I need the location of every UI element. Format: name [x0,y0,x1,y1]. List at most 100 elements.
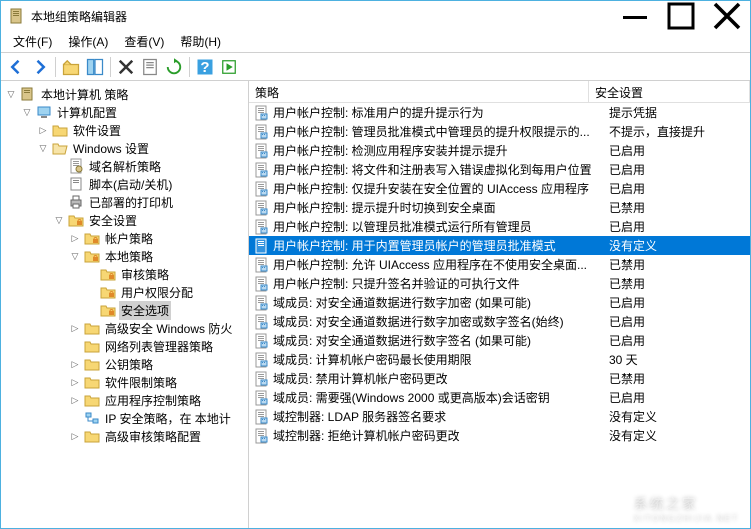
tree-software-settings[interactable]: ▷软件设置 [1,121,248,139]
minimize-button[interactable] [612,1,658,31]
policy-icon [253,428,269,444]
expand-icon[interactable]: ▽ [5,88,17,100]
tree-account-policies[interactable]: ▷ 帐户策略 [1,229,248,247]
menu-action[interactable]: 操作(A) [60,31,116,52]
policy-row[interactable]: 域成员: 对安全通道数据进行数字加密 (如果可能)已启用 [249,293,750,312]
policy-setting: 已启用 [605,180,750,197]
policy-row[interactable]: 域成员: 对安全通道数据进行数字加密或数字签名(始终)已启用 [249,312,750,331]
policy-icon [253,181,269,197]
properties-button[interactable] [139,56,161,78]
tree-audit-policy[interactable]: 审核策略 [1,265,248,283]
policy-row[interactable]: 用户帐户控制: 以管理员批准模式运行所有管理员已启用 [249,217,750,236]
node-icon [100,302,116,318]
tree-ipsec[interactable]: IP 安全策略，在 本地计 [1,409,248,427]
tree-srp[interactable]: ▷ 软件限制策略 [1,373,248,391]
node-label: 本地计算机 策略 [39,85,130,104]
expand-icon[interactable]: ▽ [37,142,49,154]
expand-icon[interactable]: ▷ [37,124,49,136]
tree-firewall[interactable]: ▷ 高级安全 Windows 防火 [1,319,248,337]
action-button[interactable] [218,56,240,78]
forward-button[interactable] [29,56,51,78]
policy-row[interactable]: 用户帐户控制: 管理员批准模式中管理员的提升权限提示的...不提示，直接提升 [249,122,750,141]
expand-icon[interactable]: ▷ [69,376,81,388]
policy-setting: 已禁用 [605,256,750,273]
policy-icon [253,371,269,387]
expand-icon[interactable]: ▷ [69,322,81,334]
tree-pane[interactable]: ▽ 本地计算机 策略▽计算机配置▷软件设置 ▽ Windows 设置域名解析策略脚本(… [1,81,249,528]
policy-name: 用户帐户控制: 标准用户的提升提示行为 [273,104,605,121]
menu-view[interactable]: 查看(V) [116,31,172,52]
node-label: 高级安全 Windows 防火 [103,319,234,338]
policy-list[interactable]: 用户帐户控制: 标准用户的提升提示行为提示凭据用户帐户控制: 管理员批准模式中管… [249,103,750,528]
column-setting[interactable]: 安全设置 [589,81,750,102]
tree-dns-policy[interactable]: 域名解析策略 [1,157,248,175]
column-policy[interactable]: 策略 [249,81,589,102]
policy-icon [253,333,269,349]
policy-row[interactable]: 域成员: 需要强(Windows 2000 或更高版本)会话密钥已启用 [249,388,750,407]
policy-row[interactable]: 域控制器: LDAP 服务器签名要求没有定义 [249,407,750,426]
policy-row[interactable]: 用户帐户控制: 用于内置管理员帐户的管理员批准模式没有定义 [249,236,750,255]
toolbar-separator [110,57,111,77]
tree-adv-audit[interactable]: ▷高级审核策略配置 [1,427,248,445]
policy-icon [253,124,269,140]
expand-icon [85,286,97,298]
policy-row[interactable]: 域控制器: 拒绝计算机帐户密码更改没有定义 [249,426,750,445]
expand-icon[interactable]: ▽ [53,214,65,226]
policy-row[interactable]: 用户帐户控制: 将文件和注册表写入错误虚拟化到每用户位置已启用 [249,160,750,179]
policy-row[interactable]: 用户帐户控制: 提示提升时切换到安全桌面已禁用 [249,198,750,217]
tree-nlm[interactable]: 网络列表管理器策略 [1,337,248,355]
refresh-button[interactable] [163,56,185,78]
back-button[interactable] [5,56,27,78]
tree-security-options[interactable]: 安全选项 [1,301,248,319]
tree-local-policies[interactable]: ▽本地策略 [1,247,248,265]
help-button[interactable]: ? [194,56,216,78]
menu-help[interactable]: 帮助(H) [172,31,229,52]
policy-row[interactable]: 域成员: 计算机帐户密码最长使用期限30 天 [249,350,750,369]
policy-setting: 已禁用 [605,275,750,292]
policy-row[interactable]: 用户帐户控制: 仅提升安装在安全位置的 UIAccess 应用程序已启用 [249,179,750,198]
app-icon [9,8,25,24]
policy-setting: 已启用 [605,218,750,235]
tree-applocker[interactable]: ▷应用程序控制策略 [1,391,248,409]
node-label: 帐户策略 [103,229,155,248]
tree-computer-config[interactable]: ▽计算机配置 [1,103,248,121]
policy-row[interactable]: 域成员: 对安全通道数据进行数字签名 (如果可能)已启用 [249,331,750,350]
policy-icon [253,257,269,273]
expand-icon[interactable]: ▽ [21,106,33,118]
expand-icon[interactable]: ▷ [69,394,81,406]
expand-icon [85,304,97,316]
tree-user-rights[interactable]: 用户权限分配 [1,283,248,301]
policy-row[interactable]: 用户帐户控制: 标准用户的提升提示行为提示凭据 [249,103,750,122]
policy-icon [253,219,269,235]
expand-icon [85,268,97,280]
tree-root[interactable]: ▽ 本地计算机 策略 [1,85,248,103]
tree-windows-settings[interactable]: ▽ Windows 设置 [1,139,248,157]
node-label: 软件限制策略 [103,373,179,392]
expand-icon[interactable]: ▷ [69,232,81,244]
policy-row[interactable]: 用户帐户控制: 允许 UIAccess 应用程序在不使用安全桌面...已禁用 [249,255,750,274]
menu-file[interactable]: 文件(F) [5,31,60,52]
tree-scripts[interactable]: 脚本(启动/关机) [1,175,248,193]
delete-button[interactable] [115,56,137,78]
show-hide-tree-button[interactable] [84,56,106,78]
policy-row[interactable]: 用户帐户控制: 检测应用程序安装并提示提升已启用 [249,141,750,160]
tree-pubkey[interactable]: ▷公钥策略 [1,355,248,373]
policy-name: 域成员: 对安全通道数据进行数字签名 (如果可能) [273,332,605,349]
maximize-button[interactable] [658,1,704,31]
policy-setting: 已启用 [605,294,750,311]
policy-setting: 已启用 [605,313,750,330]
node-icon [100,266,116,282]
node-icon [68,212,84,228]
policy-row[interactable]: 域成员: 禁用计算机帐户密码更改已禁用 [249,369,750,388]
up-level-button[interactable] [60,56,82,78]
node-label: Windows 设置 [71,139,151,158]
expand-icon[interactable]: ▽ [69,250,81,262]
expand-icon[interactable]: ▷ [69,430,81,442]
node-icon [20,86,36,102]
tree-printers[interactable]: 已部署的打印机 [1,193,248,211]
tree-security-settings[interactable]: ▽安全设置 [1,211,248,229]
close-button[interactable] [704,1,750,31]
policy-row[interactable]: 用户帐户控制: 只提升签名并验证的可执行文件已禁用 [249,274,750,293]
expand-icon[interactable]: ▷ [69,358,81,370]
node-icon [68,176,84,192]
